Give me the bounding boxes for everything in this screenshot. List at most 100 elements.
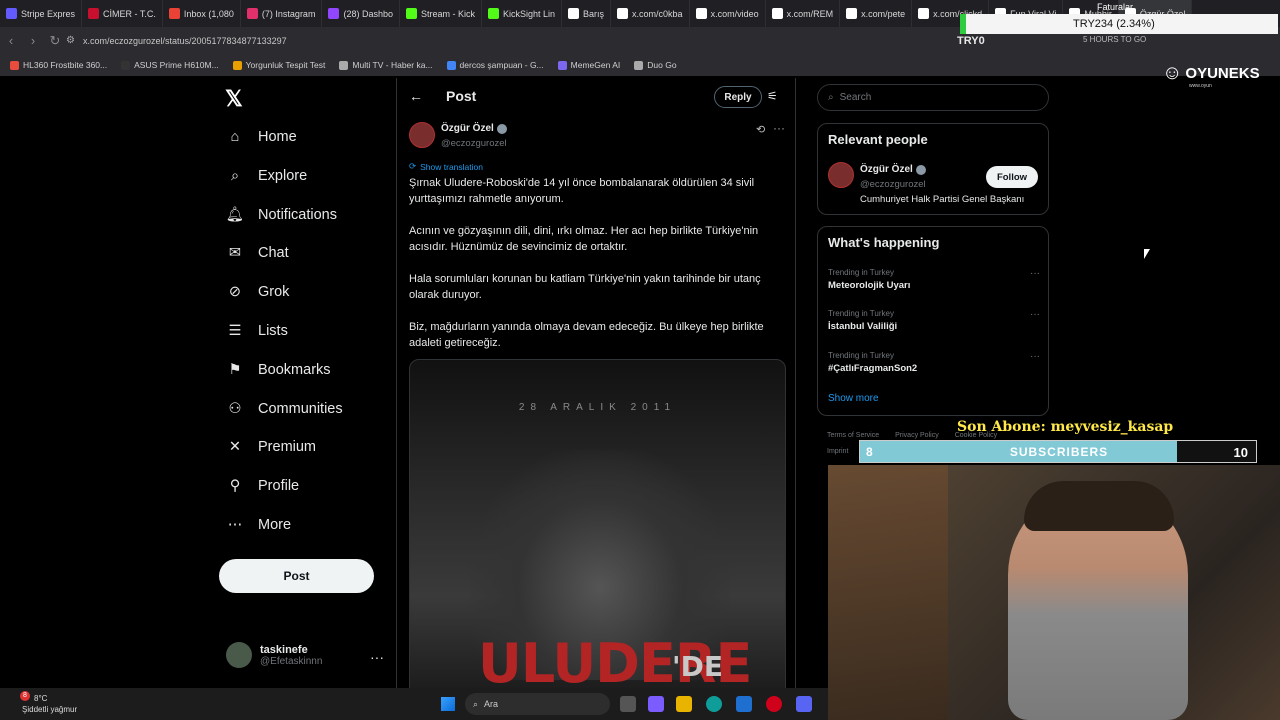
weather-widget[interactable]: 8°C Şiddetli yağmur <box>22 693 77 715</box>
nav-item-notifications[interactable]: 🔔︎ Notifications <box>226 206 337 224</box>
windows-taskbar: 8 8°C Şiddetli yağmur ⌕ Ara <box>0 688 828 720</box>
opera-icon[interactable] <box>766 696 782 712</box>
trend-item[interactable]: Trending in Turkey #ÇatlıFragmanSon2 ··· <box>828 351 1040 374</box>
browser-tab[interactable]: Barış <box>562 0 612 27</box>
browser-tab[interactable]: x.com/video <box>690 0 766 27</box>
post-media-image[interactable]: 28 ARALIK 2011 ULUDERE 'DE <box>409 359 786 690</box>
back-icon[interactable]: ‹ <box>0 33 22 48</box>
search-input[interactable]: ⌕ Search <box>817 84 1049 111</box>
trend-more-icon[interactable]: ··· <box>1030 351 1040 362</box>
browser-tab[interactable]: (7) Instagram <box>241 0 323 27</box>
people-icon: ⚇ <box>228 400 242 417</box>
tab-label: Stream - Kick <box>420 8 475 19</box>
grok-explain-icon[interactable]: ⟲ <box>756 123 765 136</box>
nav-item-more[interactable]: ⋯ More <box>226 516 291 534</box>
relevant-name-row[interactable]: Özgür Özel <box>860 164 926 175</box>
bookmarks-bar: HL360 Frostbite 360... ASUS Prime H610M..… <box>0 54 1280 76</box>
nav-item-home[interactable]: ⌂ Home <box>226 128 297 146</box>
forward-icon[interactable]: › <box>22 33 44 48</box>
browser-tab[interactable]: Stripe Expres <box>0 0 83 27</box>
site-info-icon[interactable]: ⚙ <box>66 35 75 46</box>
trend-more-icon[interactable]: ··· <box>1030 268 1040 279</box>
bookmark-favicon-icon <box>121 60 131 70</box>
nav-item-explore[interactable]: ⌕ Explore <box>226 167 307 185</box>
show-more-link[interactable]: Show more <box>828 393 879 404</box>
footer-imprint-link[interactable]: Imprint <box>827 448 848 455</box>
taskbar-search-input[interactable]: ⌕ Ara <box>465 693 610 715</box>
tab-label: CİMER - T.C. <box>103 8 156 19</box>
bookmark-item[interactable]: dercos şampuan - G... <box>446 60 544 70</box>
bookmark-label: MemeGen AI <box>570 60 621 70</box>
browser-tab[interactable]: (28) Dashbo <box>322 0 400 27</box>
subscriber-label: SUBSCRIBERS <box>1009 445 1109 459</box>
bookmark-item[interactable]: Duo Go <box>634 60 677 70</box>
post-more-icon[interactable]: ··· <box>773 121 785 135</box>
author-name: Özgür Özel <box>441 123 494 134</box>
account-switcher[interactable]: taskinefe @Efetaskinnn <box>226 642 322 668</box>
sliders-icon[interactable]: ⚟ <box>767 89 778 103</box>
browser-tab[interactable]: Stream - Kick <box>400 0 482 27</box>
search-placeholder: Search <box>839 92 872 103</box>
tab-favicon-icon <box>328 8 340 19</box>
nav-item-label: Premium <box>258 439 317 456</box>
bookmark-item[interactable]: Multi TV - Haber ka... <box>339 60 433 70</box>
footer-privacy-link[interactable]: Privacy Policy <box>895 432 939 439</box>
nav-item-label: Explore <box>258 167 308 184</box>
footer-terms-link[interactable]: Terms of Service <box>827 432 879 439</box>
nav-item-lists[interactable]: ☰ Lists <box>226 322 288 340</box>
back-arrow-icon[interactable]: ← <box>409 88 423 104</box>
bookmark-item[interactable]: ASUS Prime H610M... <box>121 60 219 70</box>
show-translation-link[interactable]: ⟳ Show translation <box>409 161 483 172</box>
nav-item-profile[interactable]: ⚲ Profile <box>226 477 299 495</box>
browser-tab[interactable]: x.com/pete <box>840 0 913 27</box>
author-avatar[interactable] <box>409 122 435 148</box>
trend-more-icon[interactable]: ··· <box>1030 309 1040 320</box>
browser-tab[interactable]: x.com/REM <box>766 0 841 27</box>
tab-favicon-icon <box>617 8 629 19</box>
post-button[interactable]: Post <box>219 559 374 593</box>
x-logo-icon[interactable]: 𝕏 <box>225 86 243 112</box>
nav-item-chat[interactable]: ✉ Chat <box>226 244 289 262</box>
follow-button[interactable]: Follow <box>986 166 1038 188</box>
tab-favicon-icon <box>918 8 930 19</box>
tab-favicon-icon <box>488 8 499 19</box>
media-title-suffix: 'DE <box>672 650 723 683</box>
trend-item[interactable]: Trending in Turkey Meteorolojik Uyarı ··… <box>828 268 1040 291</box>
nav-item-grok[interactable]: ⊘ Grok <box>226 283 290 301</box>
url-field[interactable]: x.com/eczozgurozel/status/20051778348771… <box>83 36 287 46</box>
account-more-icon[interactable]: ··· <box>370 649 384 665</box>
nav-item-bookmarks[interactable]: ⚑ Bookmarks <box>226 361 331 379</box>
tab-label: (28) Dashbo <box>343 8 393 19</box>
file-explorer-icon[interactable] <box>676 696 692 712</box>
relevant-people-card: Relevant people Özgür Özel @eczozgurozel… <box>817 123 1049 215</box>
author-handle[interactable]: @eczozgurozel <box>441 138 507 149</box>
task-view-icon[interactable] <box>620 696 636 712</box>
bookmark-label: dercos şampuan - G... <box>459 60 544 70</box>
nav-item-communities[interactable]: ⚇ Communities <box>226 400 343 418</box>
store-icon[interactable] <box>736 696 752 712</box>
webcam-feed <box>828 465 1280 720</box>
nav-item-premium[interactable]: ✕ Premium <box>226 438 316 456</box>
reply-button[interactable]: Reply <box>714 86 762 108</box>
relevant-avatar[interactable] <box>828 162 854 188</box>
account-handle: @Efetaskinnn <box>260 655 323 667</box>
author-name-row[interactable]: Özgür Özel <box>441 123 507 134</box>
copilot-icon[interactable] <box>648 696 664 712</box>
edge-icon[interactable] <box>706 696 722 712</box>
bookmark-item[interactable]: Yorgunluk Tespit Test <box>232 60 325 70</box>
hours-remaining: 5 HOURS TO GO <box>1083 35 1147 44</box>
reload-icon[interactable]: ↻ <box>44 33 66 49</box>
discord-icon[interactable] <box>796 696 812 712</box>
windows-start-icon[interactable] <box>441 697 455 711</box>
browser-tab[interactable]: KickSight Lin <box>482 0 563 27</box>
nav-item-label: Notifications <box>258 206 337 223</box>
weather-temp: 8°C <box>34 694 48 703</box>
browser-tab[interactable]: CİMER - T.C. <box>82 0 163 27</box>
browser-tab[interactable]: Inbox (1,080 <box>163 0 241 27</box>
bookmark-item[interactable]: MemeGen AI <box>557 60 621 70</box>
browser-tab[interactable]: x.com/c0kba <box>611 0 690 27</box>
trend-item[interactable]: Trending in Turkey İstanbul Valiliği ··· <box>828 309 1040 332</box>
relevant-handle[interactable]: @eczozgurozel <box>860 179 926 190</box>
trend-context: Trending in Turkey <box>828 309 894 318</box>
bookmark-item[interactable]: HL360 Frostbite 360... <box>10 60 107 70</box>
